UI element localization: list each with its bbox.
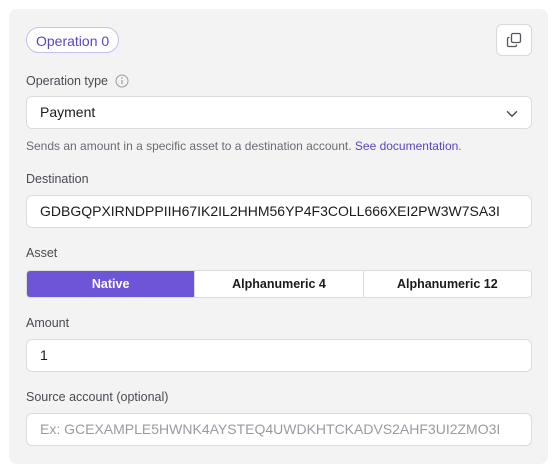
operation-type-select[interactable]: Payment xyxy=(26,96,532,129)
asset-option-native[interactable]: Native xyxy=(27,271,195,297)
info-icon[interactable] xyxy=(115,74,129,88)
destination-label: Destination xyxy=(26,172,89,186)
operation-type-description: Sends an amount in a specific asset to a… xyxy=(26,139,462,153)
amount-input[interactable]: 1 xyxy=(26,339,532,372)
asset-option-alphanumeric-4[interactable]: Alphanumeric 4 xyxy=(194,271,362,297)
destination-input[interactable]: GDBGQPXIRNDPPIIH67IK2IL2HHM56YP4F3COLL66… xyxy=(26,195,532,228)
amount-label: Amount xyxy=(26,316,70,330)
duplicate-operation-button[interactable] xyxy=(496,24,532,56)
chevron-down-icon xyxy=(506,111,518,117)
operation-type-value: Payment xyxy=(40,104,96,120)
asset-type-selector: Native Alphanumeric 4 Alphanumeric 12 xyxy=(26,270,532,298)
asset-label: Asset xyxy=(26,246,58,260)
operation-card: Operation 0 Operation type Payment Sends… xyxy=(9,9,548,464)
copy-icon xyxy=(506,32,522,48)
operation-type-label: Operation type xyxy=(26,74,108,88)
operation-type-label-row: Operation type xyxy=(26,74,129,88)
documentation-link[interactable]: See documentation xyxy=(355,139,458,153)
operation-badge: Operation 0 xyxy=(26,27,120,53)
asset-option-alphanumeric-12[interactable]: Alphanumeric 12 xyxy=(362,271,531,297)
source-account-input[interactable]: Ex: GCEXAMPLE5HWNK4AYSTEQ4UWDKHTCKADVS2A… xyxy=(26,413,532,446)
source-account-label: Source account (optional) xyxy=(26,390,169,404)
